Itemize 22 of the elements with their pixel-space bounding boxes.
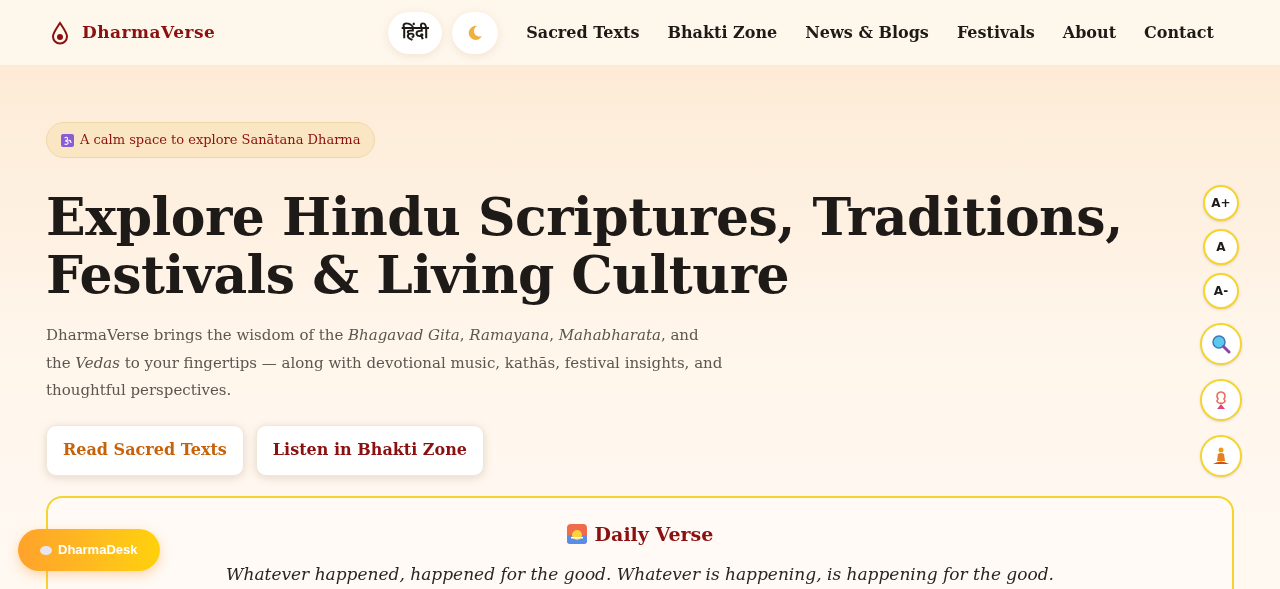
brand-name[interactable]: DharmaVerse (82, 19, 216, 46)
tagline-text: A calm space to explore Sanātana Dharma (80, 131, 361, 150)
nav-link[interactable]: Bhakti Zone (667, 20, 778, 45)
language-button[interactable]: हिंदी (388, 11, 443, 54)
nav-link[interactable]: Contact (1144, 20, 1214, 45)
nav-link[interactable]: About (1062, 20, 1117, 45)
search-icon (1211, 334, 1231, 354)
verse-text: Whatever happened, happened for the good. Whatever is happening, is happening for the good. (226, 563, 1054, 586)
moon-icon (467, 24, 484, 41)
nav-link[interactable]: Festivals (956, 20, 1035, 45)
hero-description: DharmaVerse brings the wisdom of the Bhagavad Gita, Ramayana, Mahabharata, and the Vedas to your fingertips — along with devotional music, kathās, festival insights, and thoughtful perspectives. (46, 325, 724, 401)
bhakti-zone-button[interactable]: Listen in Bhakti Zone (255, 424, 485, 476)
nav-link[interactable]: News & Blogs (805, 20, 929, 45)
read-texts-button[interactable]: Read Sacred Texts (46, 424, 244, 476)
drop-logo-icon (50, 20, 70, 45)
daily-verse-title: Daily Verse (594, 521, 714, 547)
hero-heading: Festivals & Living Culture (46, 246, 790, 304)
nav-link[interactable]: Sacred Texts (526, 20, 640, 45)
meditation-icon (1212, 446, 1230, 466)
sunrise-icon (566, 523, 587, 544)
hero-heading: Explore Hindu Scriptures, Traditions, (46, 188, 1123, 246)
dark-mode-button[interactable] (452, 11, 499, 54)
